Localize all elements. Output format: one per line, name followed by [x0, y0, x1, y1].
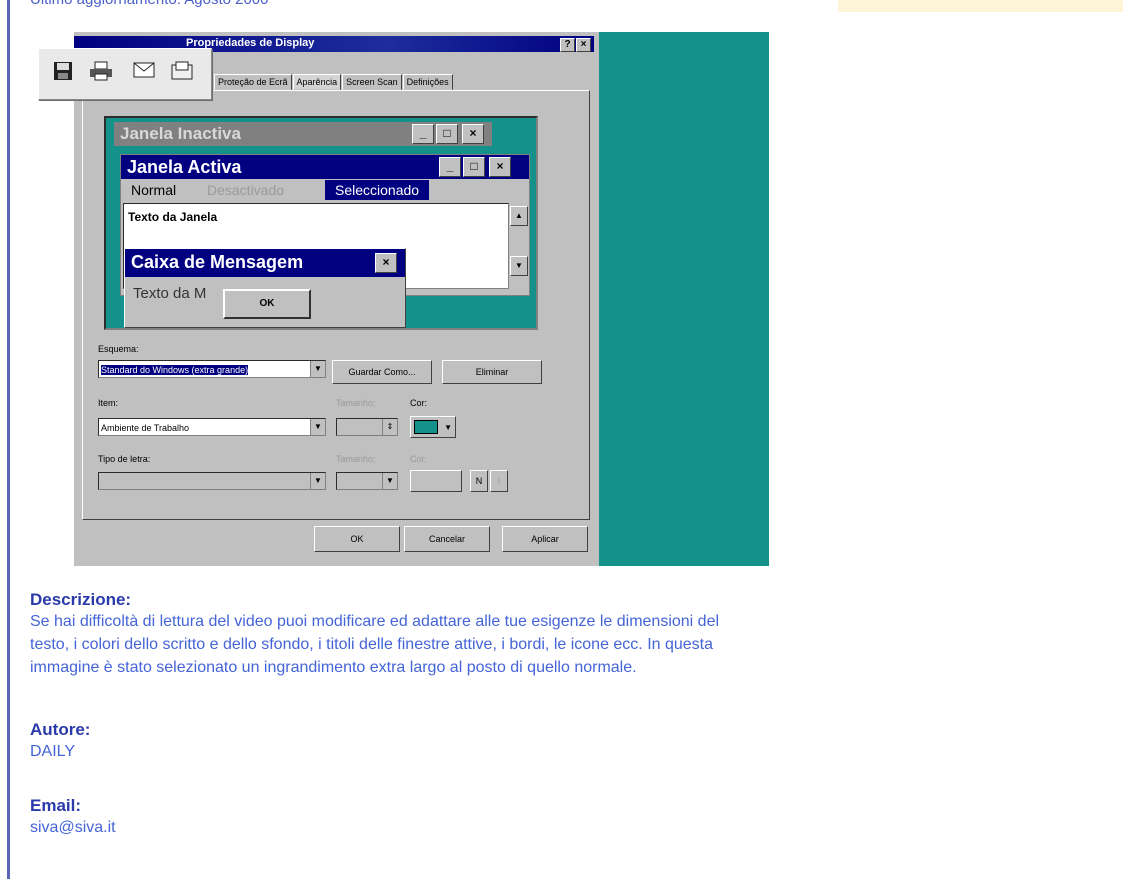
size-spinner: ⇕ — [336, 418, 398, 436]
font-dropdown: ▼ — [98, 472, 326, 490]
minimize-icon: _ — [412, 124, 434, 144]
preview-ok-button: OK — [223, 289, 311, 319]
preview-menu-bar: Normal Desactivado Seleccionado — [121, 179, 529, 201]
email-link[interactable]: siva@siva.it — [30, 816, 116, 839]
font-color-button — [410, 470, 462, 492]
top-right-tint — [838, 0, 1123, 12]
color-swatch — [414, 420, 438, 434]
delete-button[interactable]: Eliminar — [442, 360, 542, 384]
floating-toolbar — [38, 48, 212, 100]
scheme-label: Esquema: — [98, 344, 139, 354]
description-line-3: immagine è stato selezionato un ingrandi… — [30, 659, 637, 676]
author-label: Autore: — [30, 720, 91, 739]
size-label: Tamanho: — [336, 398, 376, 408]
menu-selected: Seleccionado — [325, 180, 430, 200]
color-label: Cor: — [410, 398, 428, 408]
description-label: Descrizione: — [30, 590, 132, 609]
tab-appearance[interactable]: Aparência — [292, 74, 342, 90]
scroll-up-icon: ▲ — [510, 206, 528, 226]
item-label: Item: — [98, 398, 119, 408]
display-properties-dialog: Propriedades de Display ? × Proteção de … — [74, 32, 599, 566]
tab-screensaver[interactable]: Proteção de Ecrã — [214, 74, 292, 90]
spinner-icon: ⇕ — [382, 419, 397, 435]
chevron-down-icon: ▼ — [444, 423, 452, 432]
message-text: Texto da M — [133, 285, 207, 302]
desktop-background — [599, 32, 769, 566]
bold-button: N — [470, 470, 488, 492]
left-border-rule — [7, 0, 10, 879]
save-icon[interactable] — [53, 61, 73, 87]
chevron-down-icon: ▼ — [382, 473, 397, 489]
email-block: Email: siva@siva.it — [30, 796, 116, 839]
close-icon: × — [375, 253, 397, 273]
minimize-icon: _ — [439, 157, 461, 177]
help-icon[interactable]: ? — [560, 38, 575, 52]
scheme-dropdown[interactable]: Standard do Windows (extra grande) ▼ — [98, 360, 326, 378]
email-label: Email: — [30, 796, 82, 815]
window-text: Texto da Janela — [128, 210, 218, 224]
folder-icon[interactable] — [171, 61, 193, 87]
appearance-preview: Janela Inactiva _ □ × Janela Activa _ □ … — [104, 116, 538, 330]
maximize-icon: □ — [463, 157, 485, 177]
description-block: Descrizione: Se hai difficoltà di lettur… — [30, 590, 719, 679]
menu-disabled: Desactivado — [207, 182, 285, 198]
inactive-window-title: Janela Inactiva — [120, 124, 241, 143]
item-dropdown[interactable]: Ambiente de Trabalho ▼ — [98, 418, 326, 436]
item-value: Ambiente de Trabalho — [101, 423, 190, 433]
message-box: Caixa de Mensagem × Texto da M OK — [124, 248, 406, 328]
inactive-window: Janela Inactiva _ □ × — [114, 122, 492, 146]
font-size-label: Tamanho: — [336, 454, 376, 464]
close-icon: × — [489, 157, 511, 177]
maximize-icon: □ — [436, 124, 458, 144]
menu-normal: Normal — [131, 182, 177, 198]
author-block: Autore: DAILY — [30, 720, 90, 763]
screenshot-image: Propriedades de Display ? × Proteção de … — [74, 32, 769, 566]
message-box-title: Caixa de Mensagem — [131, 252, 304, 272]
chevron-down-icon: ▼ — [310, 473, 325, 489]
description-line-1: Se hai difficoltà di lettura del video p… — [30, 613, 720, 630]
author-value: DAILY — [30, 743, 76, 760]
color-picker-button[interactable]: ▼ — [410, 416, 456, 438]
description-line-2: testo, i colori dello scritto e dello sf… — [30, 636, 714, 653]
apply-button[interactable]: Aplicar — [502, 526, 588, 552]
scheme-value: Standard do Windows (extra grande) — [101, 365, 249, 375]
font-color-label: Cor: — [410, 454, 428, 464]
active-window-title-bar: Janela Activa _ □ × — [121, 155, 529, 179]
font-label: Tipo de letra: — [98, 454, 151, 464]
top-cut-text: Ultimo aggiornamento: Agosto 2000 — [30, 0, 268, 8]
tab-strip: Proteção de Ecrã Aparência Screen Scan Defi… — [214, 72, 454, 90]
tab-settings[interactable]: Definições — [402, 74, 453, 90]
message-box-title-bar: Caixa de Mensagem × — [125, 249, 405, 277]
scroll-down-icon: ▼ — [510, 256, 528, 276]
print-icon[interactable] — [89, 61, 113, 87]
cancel-button[interactable]: Cancelar — [404, 526, 490, 552]
ok-button[interactable]: OK — [314, 526, 400, 552]
mail-icon[interactable] — [133, 61, 155, 84]
font-size-dropdown: ▼ — [336, 472, 398, 490]
save-as-button[interactable]: Guardar Como... — [332, 360, 432, 384]
active-window-title: Janela Activa — [127, 157, 242, 177]
chevron-down-icon[interactable]: ▼ — [310, 419, 325, 435]
tab-screen-scan[interactable]: Screen Scan — [342, 74, 402, 90]
close-icon[interactable]: × — [576, 38, 591, 52]
chevron-down-icon[interactable]: ▼ — [310, 361, 325, 377]
close-icon: × — [462, 124, 484, 144]
italic-button: I — [490, 470, 508, 492]
